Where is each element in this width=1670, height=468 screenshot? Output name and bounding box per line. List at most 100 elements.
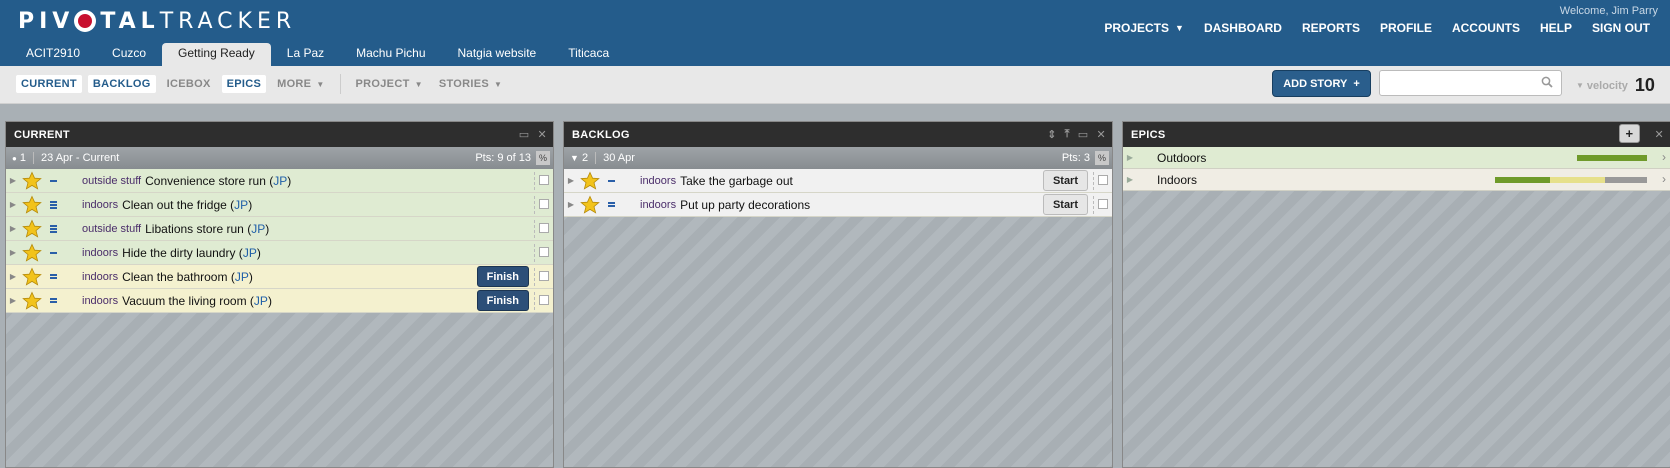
more-menu[interactable]: MORE ▼ bbox=[272, 75, 329, 93]
expand-icon[interactable]: ⇕ bbox=[1047, 128, 1057, 141]
story-label[interactable]: outside stuff bbox=[82, 223, 141, 235]
divider bbox=[534, 220, 535, 238]
story-label[interactable]: indoors bbox=[640, 175, 676, 187]
story-owner[interactable]: JP bbox=[254, 294, 268, 308]
nav-help[interactable]: HELP bbox=[1530, 21, 1582, 35]
story-owner[interactable]: JP bbox=[273, 174, 287, 188]
select-checkbox[interactable] bbox=[539, 199, 549, 209]
nav-accounts[interactable]: ACCOUNTS bbox=[1442, 21, 1530, 35]
maximize-icon[interactable]: ▭ bbox=[519, 128, 530, 141]
start-button[interactable]: Start bbox=[1042, 170, 1088, 191]
select-checkbox[interactable] bbox=[539, 295, 549, 305]
maximize-icon[interactable]: ▭ bbox=[1078, 128, 1089, 141]
divider bbox=[33, 152, 35, 164]
project-tab-machu-pichu[interactable]: Machu Pichu bbox=[340, 43, 441, 66]
expand-triangle-icon[interactable]: ▶ bbox=[6, 272, 20, 281]
top-nav: PROJECTS ▼ DASHBOARD REPORTS PROFILE ACCO… bbox=[1094, 21, 1660, 35]
story-label[interactable]: indoors bbox=[82, 199, 118, 211]
story-owner[interactable]: JP bbox=[235, 270, 249, 284]
start-button[interactable]: Start bbox=[1042, 194, 1088, 215]
select-checkbox[interactable] bbox=[539, 223, 549, 233]
logo-text-part: TRACKER bbox=[159, 8, 297, 34]
toggle-backlog[interactable]: BACKLOG bbox=[87, 75, 156, 93]
expand-triangle-icon[interactable]: ▶ bbox=[564, 200, 578, 209]
close-icon[interactable]: ✕ bbox=[1654, 128, 1664, 141]
project-tab-cuzco[interactable]: Cuzco bbox=[96, 43, 162, 66]
project-tab-acit2910[interactable]: ACIT2910 bbox=[10, 43, 96, 66]
close-icon[interactable]: ✕ bbox=[537, 128, 547, 141]
story-label[interactable]: indoors bbox=[82, 295, 118, 307]
toggle-icebox[interactable]: ICEBOX bbox=[162, 75, 216, 93]
finish-button[interactable]: Finish bbox=[476, 266, 529, 287]
story-row[interactable]: ▶ indoors Vacuum the living room (JP) Finis… bbox=[6, 289, 553, 313]
project-label: PROJECT bbox=[355, 78, 410, 90]
story-row[interactable]: ▶ outside stuff Libations store run (JP) bbox=[6, 217, 553, 241]
story-row[interactable]: ▶ indoors Hide the dirty laundry (JP) bbox=[6, 241, 553, 265]
nav-reports[interactable]: REPORTS bbox=[1292, 21, 1370, 35]
story-owner[interactable]: JP bbox=[251, 222, 265, 236]
expand-triangle-icon[interactable]: ▶ bbox=[6, 224, 20, 233]
estimate-bar bbox=[50, 230, 57, 233]
select-checkbox[interactable] bbox=[539, 175, 549, 185]
project-tab-la-paz[interactable]: La Paz bbox=[271, 43, 340, 66]
add-epic-button[interactable]: + bbox=[1619, 124, 1640, 143]
select-checkbox[interactable] bbox=[1098, 175, 1108, 185]
plus-icon: + bbox=[1353, 77, 1360, 90]
expand-triangle-icon[interactable]: ▶ bbox=[1123, 175, 1137, 184]
epic-row[interactable]: ▶ Outdoors › bbox=[1123, 147, 1670, 169]
feature-star-icon bbox=[22, 171, 42, 191]
expand-triangle-icon[interactable]: ▶ bbox=[6, 200, 20, 209]
percent-toggle[interactable]: % bbox=[1095, 151, 1109, 165]
velocity-display[interactable]: ▼ velocity 10 bbox=[1576, 75, 1655, 96]
story-owner[interactable]: JP bbox=[243, 246, 257, 260]
story-label[interactable]: indoors bbox=[82, 271, 118, 283]
nav-projects[interactable]: PROJECTS ▼ bbox=[1094, 21, 1194, 35]
story-owner[interactable]: JP bbox=[234, 198, 248, 212]
add-story-button[interactable]: ADD STORY + bbox=[1272, 70, 1371, 97]
expand-triangle-icon[interactable]: ▶ bbox=[6, 296, 20, 305]
story-label[interactable]: indoors bbox=[640, 199, 676, 211]
story-row[interactable]: ▶ indoors Put up party decorations Start bbox=[564, 193, 1112, 217]
story-title: Take the garbage out bbox=[680, 173, 793, 188]
search-icon[interactable] bbox=[1541, 76, 1553, 88]
collapse-triangle-icon[interactable]: ▼ bbox=[570, 153, 579, 163]
story-row[interactable]: ▶ indoors Clean the bathroom (JP) Finish bbox=[6, 265, 553, 289]
toggle-epics[interactable]: EPICS bbox=[221, 75, 267, 93]
iteration-header: ▼ 2 30 Apr Pts: 3 % bbox=[564, 147, 1112, 169]
project-tab-getting-ready[interactable]: Getting Ready bbox=[162, 43, 271, 66]
toggle-current[interactable]: CURRENT bbox=[16, 75, 82, 93]
search-input[interactable] bbox=[1384, 72, 1534, 94]
feature-star-icon bbox=[580, 195, 600, 215]
epic-row[interactable]: ▶ Indoors › bbox=[1123, 169, 1670, 191]
percent-toggle[interactable]: % bbox=[536, 151, 550, 165]
expand-triangle-icon[interactable]: ▶ bbox=[6, 248, 20, 257]
estimate-icon bbox=[50, 179, 60, 182]
chevron-right-icon[interactable]: › bbox=[1662, 172, 1666, 186]
nav-sign-out[interactable]: SIGN OUT bbox=[1582, 21, 1660, 35]
divider bbox=[534, 244, 535, 262]
project-tab-natgia-website[interactable]: Natgia website bbox=[442, 43, 553, 66]
chevron-right-icon[interactable]: › bbox=[1662, 150, 1666, 164]
expand-triangle-icon[interactable]: ▶ bbox=[1123, 153, 1137, 162]
story-row[interactable]: ▶ indoors Clean out the fridge (JP) bbox=[6, 193, 553, 217]
finish-button[interactable]: Finish bbox=[476, 290, 529, 311]
select-checkbox[interactable] bbox=[539, 271, 549, 281]
nav-profile[interactable]: PROFILE bbox=[1370, 21, 1442, 35]
stories-menu[interactable]: STORIES ▼ bbox=[434, 75, 507, 93]
story-label[interactable]: indoors bbox=[82, 247, 118, 259]
project-menu[interactable]: PROJECT ▼ bbox=[351, 75, 428, 93]
project-tab-titicaca[interactable]: Titicaca bbox=[552, 43, 625, 66]
story-row[interactable]: ▶ outside stuff Convenience store run (JP) bbox=[6, 169, 553, 193]
select-checkbox[interactable] bbox=[539, 247, 549, 257]
estimate-bar bbox=[50, 179, 57, 182]
story-label[interactable]: outside stuff bbox=[82, 175, 141, 187]
story-row[interactable]: ▶ indoors Take the garbage out Start bbox=[564, 169, 1112, 193]
pivotal-tracker-logo[interactable]: PIV TAL TRACKER bbox=[18, 8, 296, 34]
select-checkbox[interactable] bbox=[1098, 199, 1108, 209]
panel-toggles: CURRENT BACKLOG ICEBOX EPICS MORE ▼ PROJE… bbox=[16, 74, 507, 94]
nav-dashboard[interactable]: DASHBOARD bbox=[1194, 21, 1292, 35]
collapse-icon[interactable]: ⤒ bbox=[1065, 128, 1070, 141]
close-icon[interactable]: ✕ bbox=[1096, 128, 1106, 141]
expand-triangle-icon[interactable]: ▶ bbox=[564, 176, 578, 185]
expand-triangle-icon[interactable]: ▶ bbox=[6, 176, 20, 185]
